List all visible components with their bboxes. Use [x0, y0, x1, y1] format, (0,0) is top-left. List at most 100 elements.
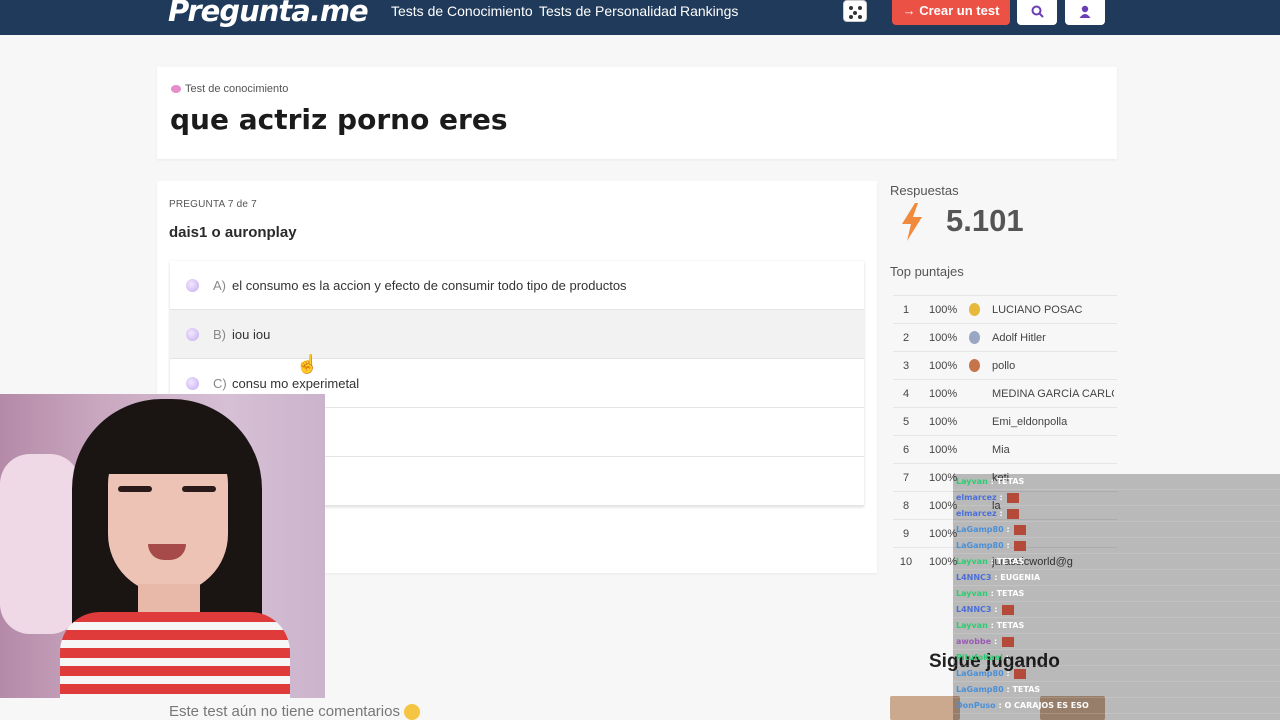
site-logo[interactable]: Pregunta.me — [168, 0, 369, 28]
responses-label: Respuestas — [890, 183, 959, 198]
chat-username: Layvan — [956, 477, 988, 486]
chat-message: elmarcez : — [953, 490, 1280, 506]
silver-medal-icon — [969, 331, 980, 344]
radio-icon — [186, 279, 199, 292]
option-text: el consumo es la accion y efecto de cons… — [232, 278, 627, 293]
rank-percent: 100% — [929, 444, 958, 456]
dice-icon[interactable] — [843, 0, 867, 22]
answer-option-a[interactable]: A) el consumo es la accion y efecto de c… — [170, 261, 864, 310]
chat-username: LaGamp80 — [956, 669, 1004, 678]
rank-number: 1 — [902, 304, 910, 316]
option-text: iou iou — [232, 327, 271, 342]
answer-option-b[interactable]: B) iou iou — [170, 310, 864, 359]
lightning-icon — [902, 203, 922, 241]
chat-username: LaGamp80 — [956, 685, 1004, 694]
chat-text: TETAS — [996, 557, 1025, 566]
emote-icon — [1014, 668, 1027, 679]
table-row: 2 100% Adolf Hitler — [893, 323, 1117, 351]
chat-username: Layvan — [956, 557, 988, 566]
chat-message: elmarcez : — [953, 506, 1280, 522]
search-icon — [1031, 5, 1044, 18]
rank-name: Mia — [992, 444, 1010, 456]
chat-text: TETAS — [996, 589, 1025, 598]
radio-icon — [186, 328, 199, 341]
emote-icon — [1007, 508, 1020, 519]
chat-username: elmarcez — [956, 493, 997, 502]
chat-username: DonPuso — [956, 701, 996, 710]
thinking-emoji-icon — [404, 704, 421, 720]
chat-username: LaGamp80 — [956, 525, 1004, 534]
chat-message: Layvan : TETAS — [953, 586, 1280, 602]
chat-message: LaGamp80 : TETAS — [953, 682, 1280, 698]
chat-username: PitufoKael — [956, 653, 1003, 662]
stream-chat-overlay: Layvan : TETAS elmarcez : elmarcez : LaG… — [953, 474, 1280, 720]
rank-name: Emi_eldonpolla — [992, 416, 1068, 428]
rank-name: Adolf Hitler — [992, 332, 1046, 344]
chat-message: Layvan : TETAS — [953, 474, 1280, 490]
chat-message: LaGamp80 : — [953, 538, 1280, 554]
chat-message: awobbe : — [953, 634, 1280, 650]
chat-text: EUGENIA — [1000, 573, 1041, 582]
gold-medal-icon — [969, 303, 980, 316]
chat-message: DonPuso : O CARAJOS ES ESO — [953, 698, 1280, 714]
rank-number: 10 — [899, 556, 913, 568]
rank-percent: 100% — [929, 360, 958, 372]
test-header-card: Test de conocimiento que actriz porno er… — [157, 67, 1117, 159]
no-comments-label: Este test aún no tiene comentarios — [169, 703, 400, 720]
rank-percent: 100% — [929, 416, 958, 428]
option-letter: A) — [213, 278, 226, 293]
rank-percent: 100% — [929, 388, 958, 400]
brain-icon — [171, 85, 181, 94]
top-navbar: Pregunta.me Tests de Conocimiento Tests … — [0, 0, 1280, 35]
hand-cursor-icon: ☝ — [296, 354, 319, 374]
rank-name: MEDINA GARCÍA CARLOS — [992, 388, 1114, 400]
chat-message: LaGamp80 : — [953, 666, 1280, 682]
create-test-button[interactable]: → Crear un test — [892, 0, 1010, 25]
chat-username: elmarcez — [956, 509, 997, 518]
search-button[interactable] — [1017, 0, 1057, 25]
chat-text: O CARAJOS ES ESO — [1004, 701, 1089, 710]
chat-username: Layvan — [956, 589, 988, 598]
rank-name: LUCIANO POSAC — [992, 304, 1083, 316]
rank-percent: 100% — [929, 332, 958, 344]
webcam-striped-top — [60, 612, 290, 698]
responses-count: 5.101 — [946, 203, 1024, 238]
chat-username: awobbe — [956, 637, 992, 646]
emote-icon — [1014, 540, 1027, 551]
nav-knowledge-tests[interactable]: Tests de Conocimiento — [391, 3, 533, 19]
chat-message: Layvan : TETAS — [953, 554, 1280, 570]
rank-number: 9 — [902, 528, 910, 540]
chat-username: L4NNC3 — [956, 605, 992, 614]
emote-icon — [1014, 524, 1027, 535]
bronze-medal-icon — [969, 359, 980, 372]
table-row: 6 100% Mia — [893, 435, 1117, 463]
chat-text: TETAS — [996, 621, 1025, 630]
option-letter: B) — [213, 327, 226, 342]
webcam-background — [0, 454, 80, 634]
rank-number: 2 — [902, 332, 910, 344]
test-type-label: Test de conocimiento — [171, 83, 288, 95]
nav-personality-tests[interactable]: Tests de Personalidad — [539, 3, 677, 19]
rank-number: 3 — [902, 360, 910, 372]
question-text: dais1 o auronplay — [169, 224, 297, 241]
chat-text: TETAS — [1012, 685, 1041, 694]
chat-username: LaGamp80 — [956, 541, 1004, 550]
user-button[interactable] — [1065, 0, 1105, 25]
suggested-test-thumbnail[interactable] — [890, 696, 960, 720]
rank-number: 4 — [902, 388, 910, 400]
chat-message: PitufoKael : — [953, 650, 1280, 666]
chat-username: Layvan — [956, 621, 988, 630]
rank-number: 7 — [902, 472, 910, 484]
test-type-text: Test de conocimiento — [185, 83, 289, 95]
option-text: consu mo experimetal — [232, 376, 360, 391]
chat-message: L4NNC3 : — [953, 602, 1280, 618]
table-row: 3 100% pollo — [893, 351, 1117, 379]
table-row: 4 100% MEDINA GARCÍA CARLOS — [893, 379, 1117, 407]
nav-rankings[interactable]: Rankings — [680, 3, 738, 19]
chat-username: L4NNC3 — [956, 573, 992, 582]
chat-message: LaGamp80 : — [953, 522, 1280, 538]
rank-number: 6 — [902, 444, 910, 456]
question-counter: PREGUNTA 7 de 7 — [169, 199, 257, 210]
emote-icon — [1007, 492, 1020, 503]
radio-icon — [186, 377, 199, 390]
